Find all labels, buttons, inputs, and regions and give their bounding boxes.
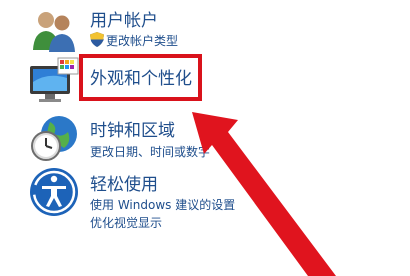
red-arrow-annotation [192,112,336,276]
